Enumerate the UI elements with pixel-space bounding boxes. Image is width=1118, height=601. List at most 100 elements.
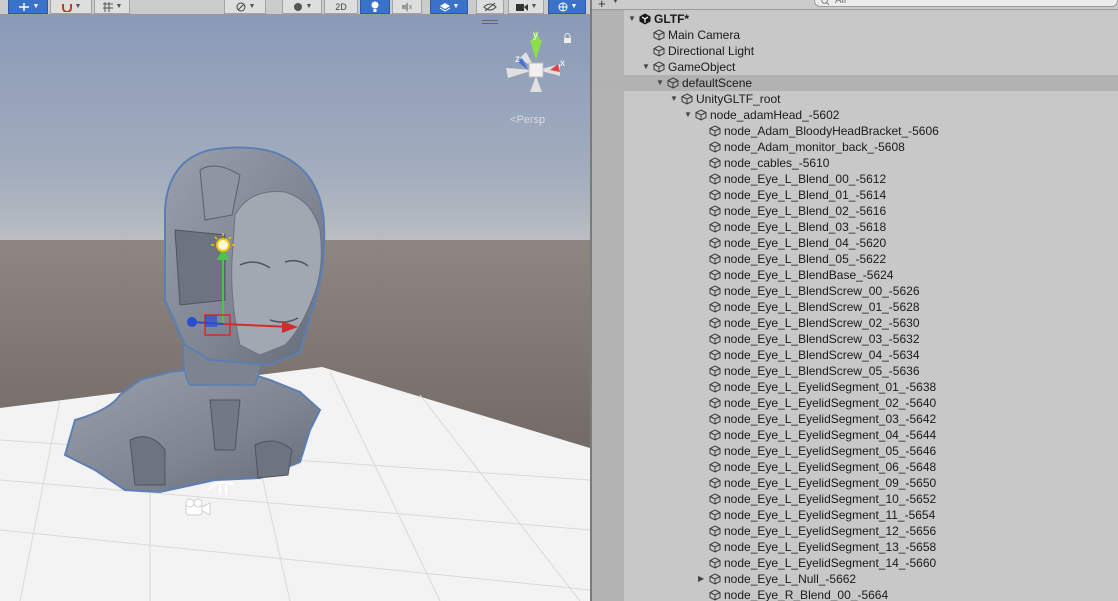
render-mode-dropdown[interactable]: ▼ [282,0,322,14]
effects-dropdown[interactable]: ▼ [430,0,468,14]
hierarchy-row[interactable]: node_Eye_L_EyelidSegment_10_-5652 [592,491,1118,507]
gameobject-cube-icon [709,189,721,201]
hierarchy-row-label: node_Eye_L_Blend_01_-5614 [724,188,887,202]
hierarchy-row[interactable]: node_Eye_L_BlendBase_-5624 [592,267,1118,283]
gameobject-cube-icon [709,349,721,361]
gameobject-cube-icon [709,461,721,473]
gameobject-cube-icon [653,45,665,57]
hierarchy-row-label: node_Eye_L_BlendScrew_01_-5628 [724,300,920,314]
gameobject-cube-icon [681,93,693,105]
hierarchy-row[interactable]: node_Eye_L_BlendScrew_00_-5626 [592,283,1118,299]
camera-dropdown[interactable]: ▼ [508,0,544,14]
hierarchy-row[interactable]: node_Eye_L_EyelidSegment_12_-5656 [592,523,1118,539]
hierarchy-row[interactable]: node_Eye_L_Blend_03_-5618 [592,219,1118,235]
lighting-toggle[interactable] [360,0,390,14]
gameobject-cube-icon [709,141,721,153]
scene-viewport[interactable]: x y z [0,15,590,601]
expand-arrow-down-icon[interactable]: ▼ [656,79,664,87]
hierarchy-row-label: node_Eye_L_EyelidSegment_01_-5638 [724,380,937,394]
hierarchy-row[interactable]: node_Eye_L_BlendScrew_02_-5630 [592,315,1118,331]
scene-toolbar: ▼ ▼ ▼ ▼ ▼ 2D ▼ ▼ ▼ [0,0,590,15]
audio-muted-icon [402,1,413,12]
hierarchy-row-label: node_Eye_L_EyelidSegment_06_-5648 [724,460,937,474]
audio-toggle[interactable] [392,0,422,14]
gizmo-z-label: z [515,54,520,65]
hierarchy-row[interactable]: node_Eye_L_EyelidSegment_05_-5646 [592,443,1118,459]
search-input[interactable] [835,0,1105,6]
hierarchy-row[interactable]: node_Eye_L_BlendScrew_03_-5632 [592,331,1118,347]
hierarchy-row[interactable]: node_Eye_L_BlendScrew_05_-5636 [592,363,1118,379]
hierarchy-row[interactable]: ▼ node_adamHead_-5602 [592,107,1118,123]
hierarchy-row[interactable]: node_cables_-5610 [592,155,1118,171]
scene-menu-icon[interactable] [482,20,498,26]
hierarchy-row[interactable]: node_Eye_L_BlendScrew_04_-5634 [592,347,1118,363]
projection-toggle[interactable]: <Persp [510,114,545,126]
draw-mode-dropdown[interactable]: ▼ [224,0,266,14]
gameobject-cube-icon [709,573,721,585]
hierarchy-row[interactable]: node_Eye_L_EyelidSegment_09_-5650 [592,475,1118,491]
hierarchy-row[interactable]: node_Adam_monitor_back_-5608 [592,139,1118,155]
unity-editor: ▼ ▼ ▼ ▼ ▼ 2D ▼ ▼ ▼ x y z <Persp + ▼ All … [0,0,1118,601]
hierarchy-row-label: GameObject [668,60,736,74]
hierarchy-row[interactable]: node_Eye_L_EyelidSegment_14_-5660 [592,555,1118,571]
hierarchy-row[interactable]: node_Eye_L_BlendScrew_01_-5628 [592,299,1118,315]
gameobject-cube-icon [695,109,707,121]
expand-arrow-down-icon[interactable]: ▼ [670,95,678,103]
hierarchy-row[interactable]: node_Eye_L_Blend_00_-5612 [592,171,1118,187]
hierarchy-row-label: defaultScene [682,76,753,90]
hierarchy-row[interactable]: ▼ UnityGLTF_root [592,91,1118,107]
chevron-down-icon: ▼ [530,3,538,10]
expand-arrow-down-icon[interactable]: ▼ [628,15,636,23]
gameobject-cube-icon [709,557,721,569]
expand-arrow-down-icon[interactable]: ▼ [642,63,650,71]
toggle-2d-button[interactable]: 2D [324,0,358,14]
gameobject-cube-icon [709,429,721,441]
gizmos-dropdown[interactable]: ▼ [548,0,586,14]
hierarchy-row[interactable]: ▼ GLTF* [592,11,1118,27]
hierarchy-row-label: node_Eye_L_EyelidSegment_03_-5642 [724,412,937,426]
pivot-dropdown[interactable]: ▼ [8,0,48,14]
hierarchy-row[interactable]: ▼ defaultScene [592,75,1118,91]
hierarchy-row-label: node_Eye_L_Blend_02_-5616 [724,204,887,218]
hierarchy-row[interactable]: node_Eye_L_Blend_04_-5620 [592,235,1118,251]
hierarchy-row[interactable]: Directional Light [592,43,1118,59]
hierarchy-row[interactable]: ▶ node_Eye_L_Null_-5662 [592,571,1118,587]
hierarchy-row[interactable]: node_Eye_L_EyelidSegment_13_-5658 [592,539,1118,555]
hierarchy-row-label: node_Eye_L_EyelidSegment_02_-5640 [724,396,937,410]
hierarchy-row[interactable]: ▼ GameObject [592,59,1118,75]
gameobject-cube-icon [709,269,721,281]
gizmo-y-label: y [533,30,538,41]
hierarchy-row[interactable]: node_Eye_L_EyelidSegment_04_-5644 [592,427,1118,443]
hierarchy-row-label: node_Eye_L_BlendScrew_03_-5632 [724,332,920,346]
gameobject-cube-icon [667,77,679,89]
global-local-dropdown[interactable]: ▼ [50,0,92,14]
hierarchy-row-label: node_Adam_monitor_back_-5608 [724,140,905,154]
hierarchy-row[interactable]: node_Eye_L_Blend_01_-5614 [592,187,1118,203]
hierarchy-row[interactable]: node_Eye_L_EyelidSegment_02_-5640 [592,395,1118,411]
add-button[interactable]: + [598,0,606,9]
grid-snap-dropdown[interactable]: ▼ [94,0,130,14]
expand-arrow-right-icon[interactable]: ▶ [698,575,706,583]
hierarchy-row[interactable]: node_Eye_R_Blend_00_-5664 [592,587,1118,601]
hierarchy-row[interactable]: Main Camera [592,27,1118,43]
chevron-down-icon: ▼ [570,3,578,10]
hierarchy-row[interactable]: node_Eye_L_EyelidSegment_03_-5642 [592,411,1118,427]
hierarchy-row[interactable]: node_Adam_BloodyHeadBracket_-5606 [592,123,1118,139]
chevron-down-icon[interactable]: ▼ [612,0,619,5]
expand-arrow-down-icon[interactable]: ▼ [684,111,692,119]
eye-slash-icon [483,2,497,11]
hierarchy-search[interactable] [814,0,1118,7]
projection-label: Persp [516,114,546,126]
hierarchy-row[interactable]: node_Eye_L_EyelidSegment_06_-5648 [592,459,1118,475]
camera-icon [515,3,528,11]
hierarchy-row[interactable]: node_Eye_L_EyelidSegment_11_-5654 [592,507,1118,523]
hierarchy-row[interactable]: node_Eye_L_Blend_05_-5622 [592,251,1118,267]
hierarchy-row[interactable]: node_Eye_L_Blend_02_-5616 [592,203,1118,219]
grid-icon [102,1,113,12]
scene-visibility-toggle[interactable] [476,0,504,14]
gameobject-cube-icon [709,205,721,217]
hierarchy-row[interactable]: node_Eye_L_EyelidSegment_01_-5638 [592,379,1118,395]
scene-view: ▼ ▼ ▼ ▼ ▼ 2D ▼ ▼ ▼ x y z <Persp [0,0,590,601]
sphere-icon [293,2,302,11]
gameobject-cube-icon [709,541,721,553]
